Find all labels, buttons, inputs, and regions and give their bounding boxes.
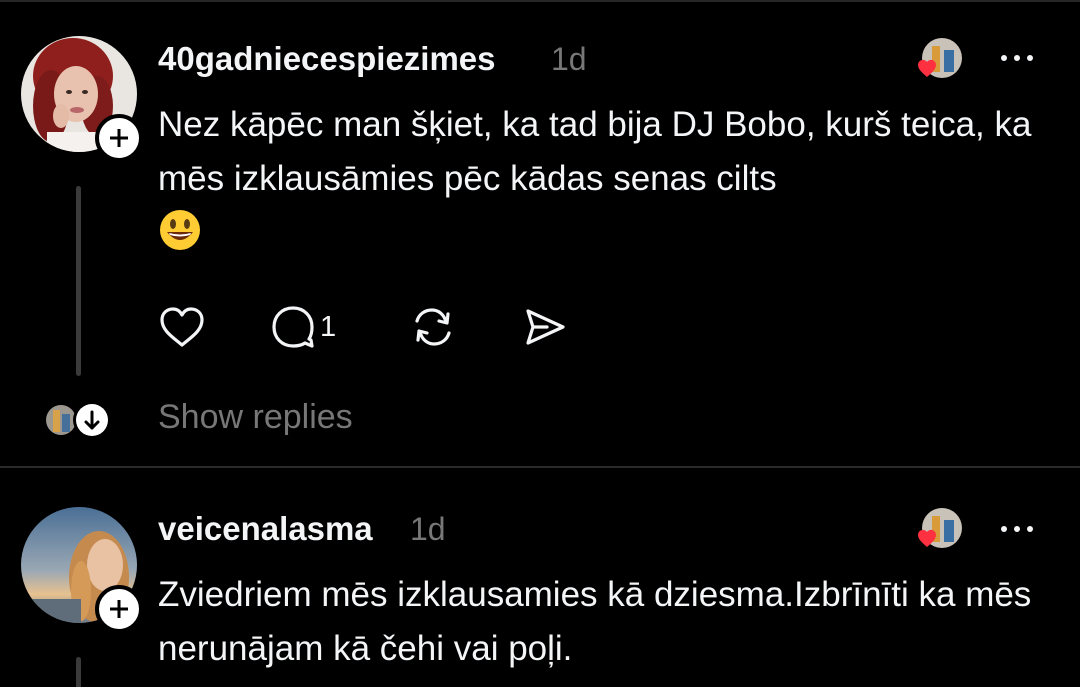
post-time: 1d	[551, 41, 587, 77]
plus-icon	[110, 129, 128, 147]
share-icon	[526, 309, 565, 345]
post-text-content: Nez kāpēc man šķiet, ka tad bija DJ Bobo…	[158, 105, 1032, 198]
follow-button[interactable]	[95, 114, 143, 162]
grinning-face-emoji	[160, 210, 200, 250]
post-text: Zviedriem mēs izklausamies kā dziesma.Iz…	[158, 575, 1032, 668]
thread-line	[76, 186, 81, 376]
comment-button[interactable]: 1	[270, 300, 336, 354]
comment-icon	[272, 306, 314, 348]
replies-avatars[interactable]	[44, 398, 116, 442]
reply-count: 1	[320, 310, 337, 343]
plus-icon	[110, 600, 128, 618]
repost-icon	[415, 308, 451, 346]
repost-button[interactable]	[410, 300, 456, 354]
thread-line	[76, 657, 81, 687]
more-icon[interactable]	[996, 519, 1038, 539]
post-time: 1d	[410, 511, 446, 547]
divider	[0, 466, 1080, 468]
liked-by-avatar[interactable]	[918, 38, 962, 80]
thread-post: 40gadniecespiezimes 1d Nez kāpēc man šķi…	[0, 0, 1080, 467]
heart-icon	[160, 307, 204, 347]
username[interactable]: veicenalasma	[158, 510, 373, 548]
like-button[interactable]	[158, 300, 206, 354]
show-replies-link[interactable]: Show replies	[158, 398, 353, 437]
more-icon[interactable]	[996, 48, 1038, 68]
share-button[interactable]	[522, 300, 568, 354]
follow-button[interactable]	[95, 585, 143, 633]
post-text: Nez kāpēc man šķiet, ka tad bija DJ Bobo…	[158, 98, 1048, 260]
username[interactable]: 40gadniecespiezimes	[158, 40, 496, 78]
thread-post: veicenalasma 1d Zviedriem mēs izklausami…	[0, 469, 1080, 687]
liked-by-avatar[interactable]	[918, 508, 962, 550]
